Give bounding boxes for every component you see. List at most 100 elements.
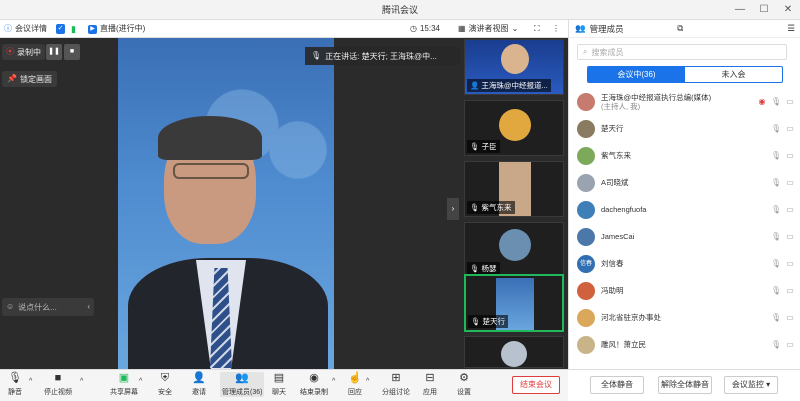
- avatar: [577, 308, 595, 327]
- mic-muted-icon: 🎙: [470, 141, 480, 151]
- breakout-button[interactable]: ⊞ 分组讨论: [382, 372, 410, 397]
- camera-icon[interactable]: ▭: [785, 259, 795, 268]
- meeting-details-button[interactable]: ⓘ 会议详情: [4, 20, 47, 38]
- camera-icon[interactable]: ▭: [785, 151, 795, 160]
- camera-icon[interactable]: ▭: [785, 286, 795, 295]
- participant-row[interactable]: dachengfuofa 🎙 ▭: [569, 196, 800, 223]
- end-recording-button[interactable]: ◉ 结束录制: [300, 372, 328, 397]
- recording-dot-icon: ◉: [758, 97, 766, 106]
- camera-icon[interactable]: ▭: [785, 313, 795, 322]
- chat-icon: ▤: [273, 372, 285, 384]
- participant-name: A司晓斌: [601, 178, 629, 187]
- thumbnail-tile[interactable]: 🎙 子臣: [464, 100, 564, 156]
- stop-recording-button[interactable]: ■: [64, 44, 80, 60]
- speaking-text: 正在讲话: 楚天行; 王海珠@中...: [325, 51, 437, 61]
- speaker-video[interactable]: [118, 38, 334, 369]
- popout-icon[interactable]: ⧉: [677, 24, 683, 33]
- microphone-icon[interactable]: 🎙: [771, 124, 781, 133]
- participant-row[interactable]: 信春 刘信春 🎙 ▭: [569, 250, 800, 277]
- tab-not-joined[interactable]: 未入会: [685, 67, 782, 82]
- participant-row[interactable]: 王海珠@中经报道执行总编(媒体) (主持人, 我) ◉ 🎙 ▭: [569, 88, 800, 115]
- reactions-button[interactable]: ☝ 回应: [348, 372, 362, 397]
- microphone-icon: 🎙: [311, 51, 322, 60]
- camera-icon[interactable]: ▭: [785, 124, 795, 133]
- participant-row[interactable]: 冯助明 🎙 ▭: [569, 277, 800, 304]
- meeting-control-button[interactable]: 会议监控 ▾: [724, 376, 778, 394]
- microphone-icon[interactable]: 🎙: [771, 232, 781, 241]
- avatar: [577, 92, 595, 111]
- camera-icon[interactable]: ▭: [785, 205, 795, 214]
- share-options-chevron-icon[interactable]: ^: [139, 378, 142, 385]
- participant-row[interactable]: 河北省驻京办事处 🎙 ▭: [569, 304, 800, 331]
- host-icon: 👤: [470, 80, 480, 90]
- chevron-down-icon: ⌄: [511, 24, 519, 33]
- camera-icon[interactable]: ▭: [785, 340, 795, 349]
- end-meeting-button[interactable]: 结束会议: [512, 376, 560, 394]
- maximize-icon[interactable]: ☐: [752, 0, 776, 20]
- meeting-topbar: ⓘ 会议详情 ✓ ▮ ▶ 直播(进行中) ◷ 15:34 ▦ 演讲者视图 ⌄ ⛶…: [0, 20, 568, 38]
- minimize-icon[interactable]: —: [728, 0, 752, 20]
- pin-icon: 📌: [7, 74, 17, 83]
- reactions-options-chevron-icon[interactable]: ^: [366, 378, 369, 385]
- thumbnail-tile-active[interactable]: 🎙 楚天行: [464, 274, 564, 332]
- thumbnail-name: 👤 王海珠@中经报道...: [467, 79, 551, 92]
- microphone-icon[interactable]: 🎙: [771, 205, 781, 214]
- apps-button[interactable]: ⊟ 应用: [423, 372, 437, 397]
- microphone-icon[interactable]: 🎙: [771, 151, 781, 160]
- grid-icon: ▦: [458, 24, 466, 33]
- thumbnail-name: 🎙 楚天行: [468, 315, 509, 328]
- mute-button[interactable]: 🎙 静音: [8, 372, 22, 397]
- emoji-icon: ☺: [6, 302, 15, 311]
- video-options-chevron-icon[interactable]: ^: [80, 378, 83, 385]
- mute-all-button[interactable]: 全体静音: [590, 376, 644, 394]
- microphone-icon[interactable]: 🎙: [771, 313, 781, 322]
- pause-recording-button[interactable]: ❚❚: [46, 44, 62, 60]
- participant-name-block: JamesCai: [601, 232, 767, 241]
- invite-button[interactable]: 👤 邀请: [192, 372, 206, 397]
- participant-row[interactable]: JamesCai 🎙 ▭: [569, 223, 800, 250]
- more-icon[interactable]: ⋮: [552, 20, 560, 38]
- microphone-icon[interactable]: 🎙: [771, 286, 781, 295]
- view-mode-button[interactable]: ▦ 演讲者视图 ⌄: [458, 20, 518, 38]
- collapse-chevron-icon[interactable]: ‹: [87, 303, 90, 311]
- participant-row[interactable]: A司晓斌 🎙 ▭: [569, 169, 800, 196]
- manage-members-button[interactable]: 👥 管理成员(36): [220, 372, 265, 397]
- chat-input[interactable]: ☺ 说点什么... ‹: [2, 298, 94, 316]
- camera-icon[interactable]: ▭: [785, 97, 795, 106]
- thumbnail-tile[interactable]: [464, 336, 564, 368]
- live-status-button[interactable]: ▶ 直播(进行中): [88, 20, 145, 38]
- participant-row[interactable]: 雕风！萧立民 🎙 ▭: [569, 331, 800, 358]
- fullscreen-icon[interactable]: ⛶: [534, 20, 540, 38]
- tab-in-meeting[interactable]: 会议中(36): [588, 67, 685, 82]
- security-button[interactable]: ⛨ 安全: [158, 372, 172, 397]
- microphone-icon[interactable]: 🎙: [771, 259, 781, 268]
- expand-thumbnails-button[interactable]: ›: [447, 198, 459, 220]
- chat-button[interactable]: ▤ 聊天: [272, 372, 286, 397]
- clock-icon: ◷: [410, 24, 417, 33]
- participant-role: (主持人, 我): [601, 101, 641, 111]
- settings-button[interactable]: ⚙ 设置: [457, 372, 471, 397]
- microphone-icon: 🎙: [471, 316, 481, 326]
- close-icon[interactable]: ✕: [776, 0, 800, 20]
- lock-view-button[interactable]: 📌 锁定画面: [2, 71, 57, 87]
- participant-row[interactable]: 紫气东来 🎙 ▭: [569, 142, 800, 169]
- camera-icon[interactable]: ▭: [785, 178, 795, 187]
- security-shield-icon[interactable]: ✓: [56, 20, 65, 38]
- stop-video-button[interactable]: ■ 停止视频: [44, 372, 72, 397]
- thumbnail-tile[interactable]: 👤 王海珠@中经报道...: [464, 39, 564, 95]
- menu-icon[interactable]: ☰: [787, 24, 795, 33]
- microphone-icon[interactable]: 🎙: [771, 178, 781, 187]
- camera-icon[interactable]: ▭: [785, 232, 795, 241]
- chevron-down-icon: ▾: [766, 380, 771, 389]
- microphone-icon[interactable]: 🎙: [771, 340, 781, 349]
- share-screen-icon: ▣: [118, 372, 130, 384]
- member-search-input[interactable]: ⌕ 搜索成员: [577, 44, 787, 60]
- microphone-icon[interactable]: 🎙: [771, 97, 781, 106]
- thumbnail-tile[interactable]: 🎙 杨瑟: [464, 222, 564, 278]
- record-options-chevron-icon[interactable]: ^: [332, 378, 335, 385]
- thumbnail-tile[interactable]: 🎙 紫气东来: [464, 161, 564, 217]
- participant-row[interactable]: 楚天行 🎙 ▭: [569, 115, 800, 142]
- unmute-all-button[interactable]: 解除全体静音: [658, 376, 712, 394]
- mute-options-chevron-icon[interactable]: ^: [29, 378, 32, 385]
- share-screen-button[interactable]: ▣ 共享屏幕: [110, 372, 138, 397]
